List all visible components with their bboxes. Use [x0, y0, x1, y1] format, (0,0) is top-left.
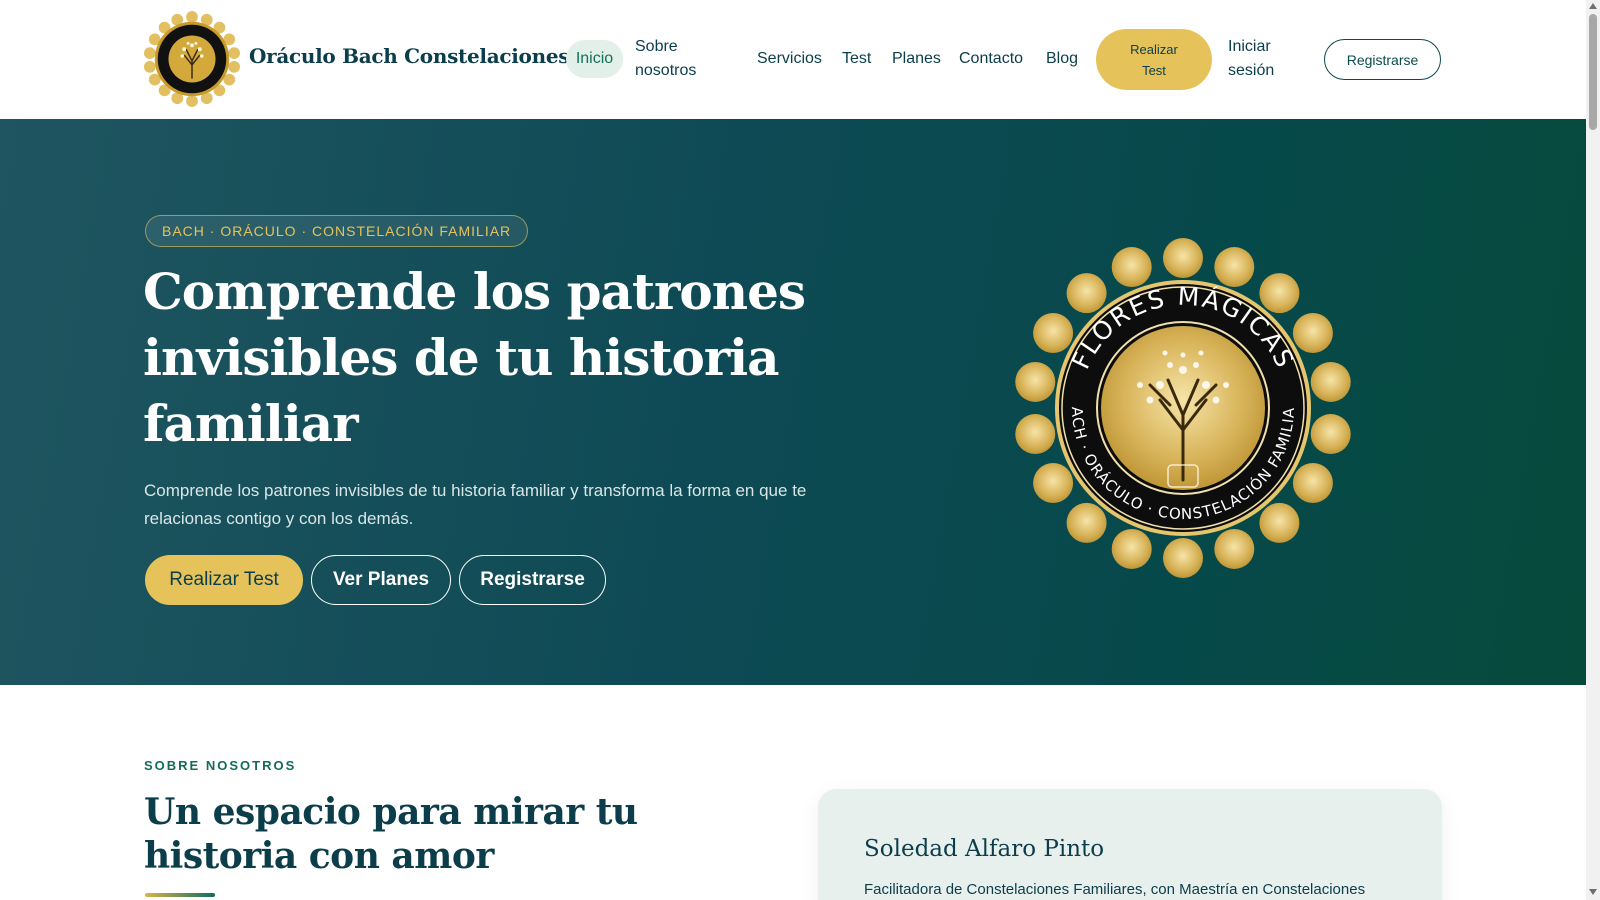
- seal-petal: [1163, 238, 1203, 278]
- ver-planes-button[interactable]: Ver Planes: [311, 555, 451, 605]
- realizar-test-button[interactable]: Realizar Test: [145, 555, 303, 605]
- nav-realizar-test-button[interactable]: Realizar Test: [1096, 29, 1212, 90]
- nav-registrarse-button[interactable]: Registrarse: [1324, 39, 1441, 80]
- site-header: Oráculo Bach Constelaciones Inicio Sobre…: [0, 0, 1586, 119]
- seal-petal: [1163, 538, 1203, 578]
- nav-cta-line2: Test: [1142, 62, 1166, 78]
- seal-petal: [1292, 313, 1333, 353]
- seal-petal: [1259, 502, 1300, 543]
- seal-petal: [1066, 273, 1107, 314]
- seal-petal: [1214, 247, 1255, 288]
- nav-inicio[interactable]: Inicio: [566, 40, 623, 78]
- hero-section: BACH · ORÁCULO · CONSTELACIÓN FAMILIAR C…: [0, 119, 1586, 685]
- nav-login-line1: Iniciar: [1228, 38, 1271, 55]
- nav-cta-label: Realizar Test: [1130, 39, 1178, 81]
- registrarse-button[interactable]: Registrarse: [459, 555, 606, 605]
- founder-card: Soledad Alfaro Pinto Facilitadora de Con…: [818, 789, 1442, 900]
- nav-iniciar-sesion[interactable]: Iniciar sesión: [1228, 35, 1274, 83]
- nav-servicios[interactable]: Servicios: [757, 47, 822, 71]
- seal-petal: [1310, 414, 1351, 455]
- seal-petal: [1015, 414, 1056, 455]
- founder-name: Soledad Alfaro Pinto: [864, 836, 1105, 862]
- seal-petal: [1292, 463, 1333, 503]
- page-scrollbar[interactable]: [1586, 0, 1600, 900]
- nav-sobre-nosotros[interactable]: Sobre nosotros: [635, 35, 696, 83]
- hero-title: Comprende los patrones invisibles de tu …: [143, 262, 806, 453]
- nav-test[interactable]: Test: [842, 47, 871, 71]
- flores-magicas-logo-icon[interactable]: [143, 10, 241, 108]
- nav-login-line2: sesión: [1228, 62, 1275, 79]
- seal-petal: [1111, 247, 1152, 288]
- about-divider: [145, 893, 215, 897]
- about-title: Un espacio para mirar tu historia con am…: [144, 791, 638, 877]
- seal-petal: [1111, 528, 1152, 569]
- flores-magicas-seal-icon: FLORES MÁGICAS BACH · ORÁCULO · CONSTELA…: [1010, 235, 1351, 578]
- hero-badge: BACH · ORÁCULO · CONSTELACIÓN FAMILIAR: [145, 215, 529, 247]
- seal-petal: [1259, 273, 1300, 314]
- nav-planes[interactable]: Planes: [892, 47, 941, 71]
- nav-blog[interactable]: Blog: [1046, 47, 1078, 71]
- nav-sobre-line2: nosotros: [635, 62, 697, 79]
- nav-cta-line1: Realizar: [1130, 41, 1178, 57]
- founder-description: Facilitadora de Constelaciones Familiare…: [864, 881, 1366, 898]
- hero-subtitle: Comprende los patrones invisibles de tu …: [144, 481, 807, 528]
- brand-title[interactable]: Oráculo Bach Constelaciones: [249, 44, 570, 68]
- seal-petal: [1033, 463, 1074, 503]
- seal-petal: [1015, 361, 1056, 402]
- scrollbar-thumb[interactable]: [1589, 14, 1597, 130]
- about-kicker: SOBRE NOSOTROS: [144, 758, 297, 773]
- seal-petal: [1066, 502, 1107, 543]
- nav-sobre-line1: Sobre: [635, 38, 678, 55]
- seal-petal: [1033, 313, 1074, 353]
- seal-petal: [1310, 361, 1351, 402]
- nav-contacto[interactable]: Contacto: [959, 47, 1023, 71]
- seal-petal: [1214, 528, 1255, 569]
- scroll-down-arrow-icon[interactable]: [1589, 889, 1597, 895]
- scroll-up-arrow-icon[interactable]: [1589, 3, 1597, 9]
